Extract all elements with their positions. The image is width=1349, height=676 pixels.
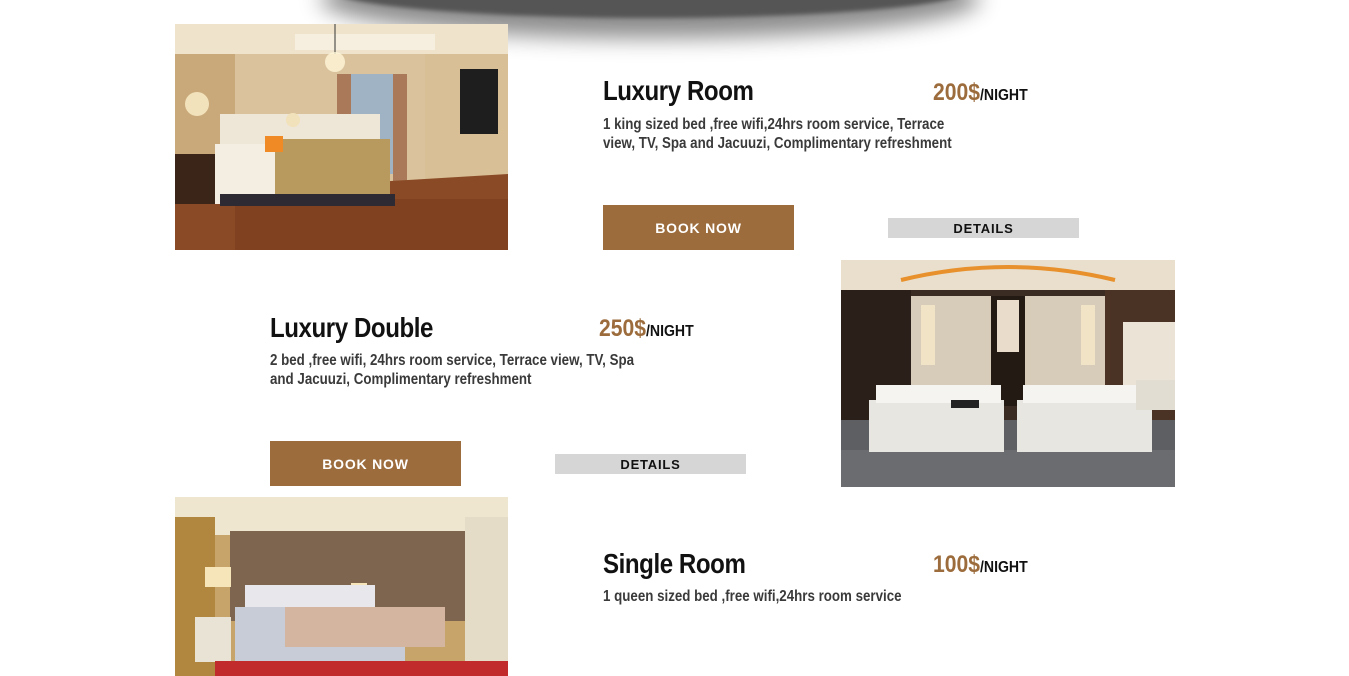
book-now-button[interactable]: BOOK NOW xyxy=(603,205,794,250)
room-description-line: view, TV, Spa and Jacuuzi, Complimentary… xyxy=(603,135,952,152)
room-description: 2 bed ,free wifi, 24hrs room service, Te… xyxy=(270,351,634,389)
price-amount: 100$ xyxy=(933,551,980,578)
price-unit: /NIGHT xyxy=(979,559,1028,576)
room-price: 100$/NIGHT xyxy=(933,551,1028,579)
details-button[interactable]: DETAILS xyxy=(888,218,1079,238)
room-description: 1 queen sized bed ,free wifi,24hrs room … xyxy=(603,587,902,606)
room-description-line: 2 bed ,free wifi, 24hrs room service, Te… xyxy=(270,352,635,369)
price-unit: /NIGHT xyxy=(979,87,1028,104)
price-amount: 250$ xyxy=(599,315,646,342)
luxury-double-photo xyxy=(841,260,1175,487)
details-button[interactable]: DETAILS xyxy=(555,454,746,474)
room-price: 250$/NIGHT xyxy=(599,315,694,343)
room-description: 1 king sized bed ,free wifi,24hrs room s… xyxy=(603,115,952,153)
room-title: Single Room xyxy=(603,548,746,579)
room-title: Luxury Double xyxy=(270,312,433,343)
single-room-photo xyxy=(175,497,508,676)
room-description-line: and Jacuuzi, Complimentary refreshment xyxy=(270,371,532,388)
price-unit: /NIGHT xyxy=(645,323,694,340)
book-now-button[interactable]: BOOK NOW xyxy=(270,441,461,486)
room-description-line: 1 queen sized bed ,free wifi,24hrs room … xyxy=(603,588,902,605)
price-amount: 200$ xyxy=(933,79,980,106)
room-title: Luxury Room xyxy=(603,75,754,106)
room-price: 200$/NIGHT xyxy=(933,79,1028,107)
room-description-line: 1 king sized bed ,free wifi,24hrs room s… xyxy=(603,116,945,133)
luxury-room-photo xyxy=(175,24,508,250)
header-shadow xyxy=(330,0,970,18)
